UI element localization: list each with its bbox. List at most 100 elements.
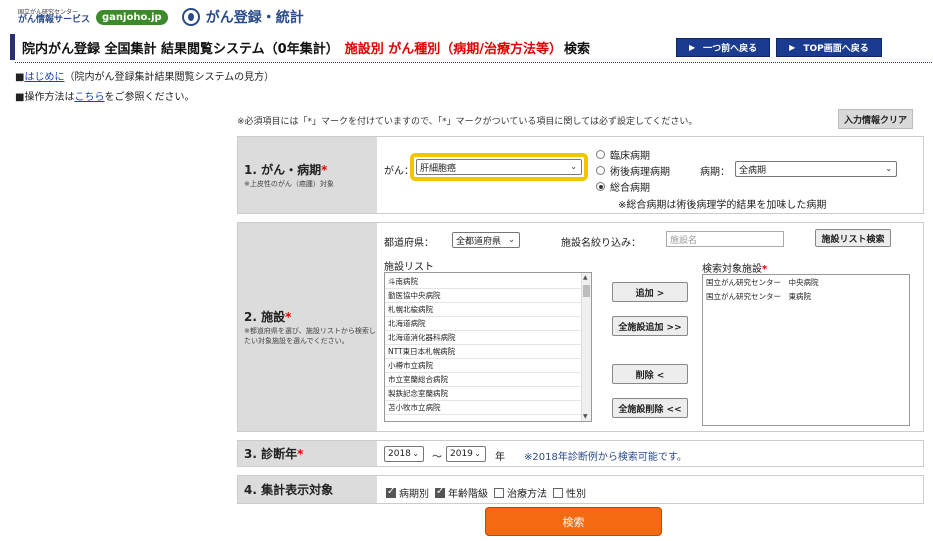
facility-list-item[interactable]: 市立室蘭総合病院	[385, 373, 581, 387]
facility-listbox[interactable]: 斗南病院 勤医協中央病院 札幌北楡病院 北海道病院 北海道消化器科病院 NTT東日本札幌病…	[384, 272, 592, 422]
target-items: 国立がん研究センター 中央病院 国立がん研究センター 東病院	[703, 276, 909, 304]
row-title-text: 3. 診断年	[244, 447, 298, 461]
year-unit: 年	[495, 452, 505, 463]
radio-total[interactable]: 総合病期	[596, 179, 650, 194]
facility-list-item[interactable]: 製鉄記念室蘭病院	[385, 387, 581, 401]
row-label: 1. がん・病期* ※上皮性のがん（癌腫）対象	[238, 137, 377, 213]
pref-select-value: 全都道府県	[456, 236, 502, 247]
checkbox-label: 性別	[566, 489, 586, 500]
checkbox-label: 治療方法	[507, 489, 547, 500]
row-display-target: 4. 集計表示対象 病期別 年齢階級 治療方法 性別	[237, 475, 924, 504]
required-star: *	[297, 447, 304, 461]
target-facility-item[interactable]: 国立がん研究センター 中央病院	[703, 276, 909, 290]
add-all-button[interactable]: 全施設追加 >>	[612, 316, 688, 336]
remove-button[interactable]: 削除 <	[612, 364, 688, 384]
radio-total-label: 総合病期	[610, 183, 650, 194]
radio-circle	[596, 150, 605, 159]
checkbox-box	[386, 486, 396, 498]
chevron-down-icon: ⌄	[570, 162, 577, 171]
facility-filter-input[interactable]: 施設名	[666, 231, 784, 247]
facility-list-title: 施設リスト	[384, 262, 434, 273]
manual-text: をご参照ください。	[104, 92, 195, 103]
filter-label: 施設名絞り込み：	[561, 238, 641, 249]
page-title-highlight: 施設別 がん種別（病期/治療方法等）	[344, 41, 562, 57]
from-year-select[interactable]: 2018 ⌄	[384, 446, 424, 462]
facility-list-item[interactable]: 斗南病院	[385, 275, 581, 289]
facility-list-item[interactable]: 北海道病院	[385, 317, 581, 331]
manual-prefix: ■操作方法は	[15, 92, 75, 103]
top-button[interactable]: ▶ TOP画面へ戻る	[776, 38, 882, 57]
page-title-end: 検索	[564, 41, 591, 57]
facility-list-item[interactable]: NTT東日本札幌病院	[385, 345, 581, 359]
facility-items: 斗南病院 勤医協中央病院 札幌北楡病院 北海道病院 北海道消化器科病院 NTT東日本札幌病…	[385, 275, 591, 415]
manual-link[interactable]: こちら	[74, 92, 104, 103]
checkbox-label: 年齢階級	[448, 489, 488, 500]
checkbox-treatment[interactable]: 治療方法	[494, 485, 547, 500]
facility-list-item[interactable]: 北海道消化器科病院	[385, 331, 581, 345]
ganjoho-mark-icon	[181, 8, 200, 26]
row-label: 3. 診断年*	[238, 441, 377, 466]
back-button-label: 一つ前へ戻る	[703, 44, 758, 54]
row-cancer-stage: 1. がん・病期* ※上皮性のがん（癌腫）対象 がん： 肝細胞癌 ⌄ 臨床病期 …	[237, 136, 924, 214]
radio-pathological-label: 術後病理病期	[610, 167, 670, 178]
scroll-up-icon[interactable]: ▲	[583, 274, 588, 281]
page-title-bar: 院内がん登録 全国集計 結果閲覧システム（0年集計） 施設別 がん種別（病期/治…	[10, 34, 932, 63]
radio-circle-selected	[596, 182, 605, 191]
listbox-scrollbar[interactable]: ▲ ▼	[581, 273, 591, 421]
row-title: 2. 施設*	[244, 308, 377, 325]
facility-list-item[interactable]: 苫小牧市立病院	[385, 401, 581, 415]
logo-line2: がん情報サービス	[18, 14, 91, 25]
clear-input-button[interactable]: 入力情報クリア	[838, 109, 913, 129]
top-button-label: TOP画面へ戻る	[803, 44, 869, 54]
row-title: 1. がん・病期*	[244, 161, 377, 178]
remove-all-button[interactable]: 全施設削除 <<	[612, 398, 688, 418]
row-subnote: ※上皮性のがん（癌腫）対象	[244, 179, 334, 188]
add-button[interactable]: 追加 >	[612, 282, 688, 302]
facility-list-item[interactable]: 勤医協中央病院	[385, 289, 581, 303]
cancer-select-value: 肝細胞癌	[420, 163, 457, 174]
radio-pathological[interactable]: 術後病理病期	[596, 163, 670, 178]
required-star: *	[285, 310, 292, 325]
facility-list-item[interactable]: 札幌北楡病院	[385, 303, 581, 317]
intro-link[interactable]: はじめに	[24, 72, 64, 83]
checkbox-box	[435, 486, 445, 498]
ncc-logo[interactable]: 国立がん研究センター がん情報サービス	[18, 9, 91, 25]
chevron-down-icon: ⌄	[412, 449, 419, 458]
site-title[interactable]: がん登録・統計	[206, 7, 304, 27]
checkbox-stage[interactable]: 病期別	[386, 485, 429, 500]
stage-footnote: ※総合病期は術後病理学的結果を加味した病期	[618, 200, 827, 211]
to-year-value: 2019	[450, 449, 473, 459]
intro-text: （院内がん登録集計結果閲覧システムの見方）	[64, 72, 275, 83]
site-logo-bar: 国立がん研究センター がん情報サービス ganjoho.jp がん登録・統計	[18, 6, 304, 28]
cancer-select[interactable]: 肝細胞癌 ⌄	[416, 159, 582, 175]
scroll-down-icon[interactable]: ▼	[583, 413, 588, 420]
radio-clinical-label: 臨床病期	[610, 151, 650, 162]
chevron-down-icon: ⌄	[474, 449, 481, 458]
target-facility-listbox[interactable]: 国立がん研究センター 中央病院 国立がん研究センター 東病院	[702, 274, 910, 426]
ganjoho-badge[interactable]: ganjoho.jp	[96, 9, 168, 25]
year-note: ※2018年診断例から検索可能です。	[524, 452, 687, 463]
search-button[interactable]: 検索	[485, 507, 662, 536]
row-label: 2. 施設* ※都道府県を選び、施設リストから検索したい対象施設を選んでください…	[238, 223, 377, 431]
checkbox-box	[494, 487, 504, 498]
row-title: 3. 診断年*	[244, 445, 377, 462]
to-year-select[interactable]: 2019 ⌄	[446, 446, 486, 462]
checkbox-sex[interactable]: 性別	[553, 485, 586, 500]
row-title-text: 2. 施設	[244, 310, 286, 325]
from-year-value: 2018	[388, 449, 411, 459]
facility-list-item[interactable]: 小樽市立病院	[385, 359, 581, 373]
pref-label: 都道府県：	[384, 238, 434, 249]
chevron-down-icon: ⌄	[885, 164, 892, 173]
back-button[interactable]: ▶ 一つ前へ戻る	[676, 38, 771, 57]
radio-clinical[interactable]: 臨床病期	[596, 147, 650, 162]
target-facility-item[interactable]: 国立がん研究センター 東病院	[703, 290, 909, 304]
checkbox-box	[553, 487, 563, 498]
required-star: *	[321, 162, 328, 177]
stage-select[interactable]: 全病期 ⌄	[735, 161, 897, 177]
info-intro: ■はじめに（院内がん登録集計結果閲覧システムの見方）	[15, 68, 274, 83]
facility-list-search-button[interactable]: 施設リスト検索	[815, 229, 891, 247]
pref-select[interactable]: 全都道府県 ⌄	[452, 232, 520, 248]
play-icon: ▶	[689, 43, 696, 52]
checkbox-age[interactable]: 年齢階級	[435, 485, 488, 500]
scroll-thumb[interactable]	[583, 285, 590, 297]
